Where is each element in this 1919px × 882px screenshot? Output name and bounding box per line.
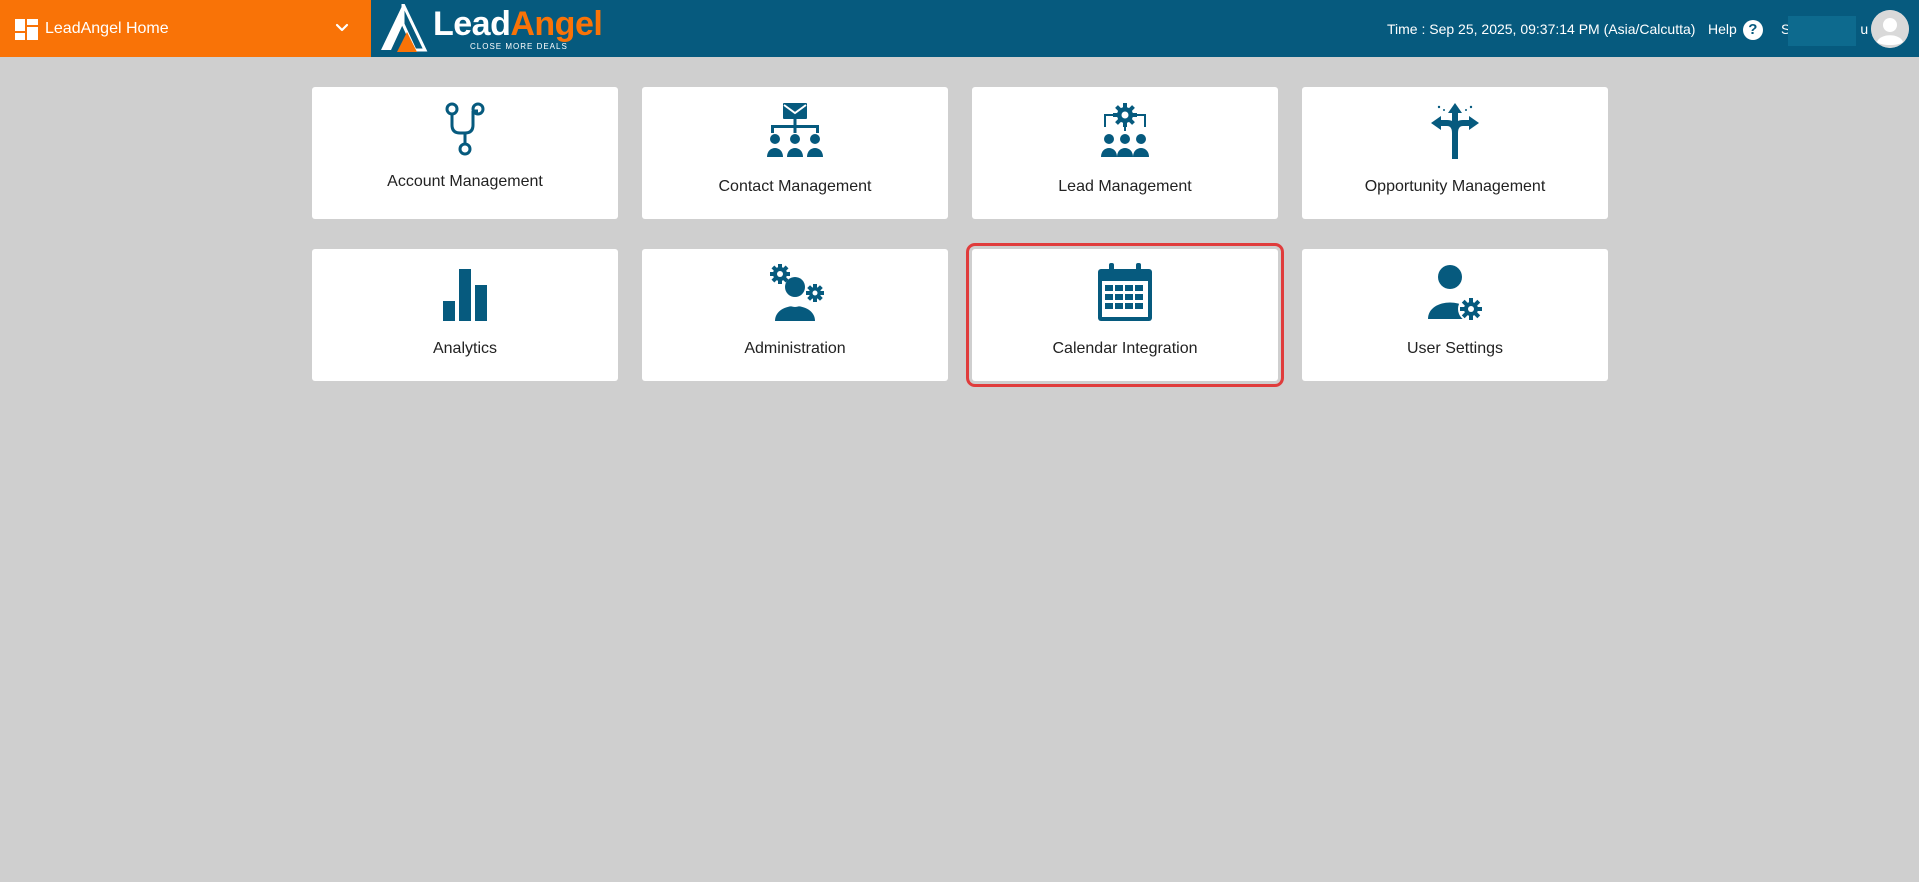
- tile-lead-management[interactable]: Lead Management: [972, 87, 1278, 219]
- user-name-end: u: [1860, 21, 1869, 37]
- tile-label: Administration: [744, 340, 846, 357]
- team-gear-icon: [1095, 101, 1155, 161]
- top-bar: LeadAngel Home LeadAngel CLOSE MORE DEAL…: [0, 0, 1919, 57]
- split-arrows-icon: [1425, 101, 1485, 161]
- help-icon: ?: [1742, 20, 1763, 41]
- leadangel-logo[interactable]: LeadAngel CLOSE MORE DEALS: [377, 2, 603, 54]
- tile-label: Analytics: [432, 340, 498, 357]
- tile-analytics[interactable]: Analytics: [312, 249, 618, 381]
- chevron-down-icon: [335, 23, 349, 32]
- user-gear-icon: [1425, 263, 1485, 323]
- tile-label: User Settings: [1406, 340, 1504, 357]
- tile-contact-management[interactable]: Contact Management: [642, 87, 948, 219]
- tile-account-management[interactable]: Account Management: [312, 87, 618, 219]
- app-switcher-label: LeadAngel Home: [45, 20, 169, 37]
- app-grid-icon: [15, 19, 38, 40]
- calendar-icon: [1095, 263, 1155, 323]
- bar-chart-icon: [435, 265, 495, 325]
- user-avatar-icon: [1871, 10, 1909, 48]
- tile-label: Opportunity Management: [1364, 178, 1546, 195]
- tile-administration[interactable]: Administration: [642, 249, 948, 381]
- branch-icon: [435, 101, 495, 161]
- logo-mark-icon: [381, 4, 428, 52]
- help-link[interactable]: Help?: [1708, 18, 1763, 41]
- tile-label: Contact Management: [718, 178, 872, 195]
- admin-gears-icon: [765, 263, 825, 323]
- email-hierarchy-icon: [765, 101, 825, 161]
- tile-label: Account Management: [387, 173, 543, 190]
- tile-opportunity-management[interactable]: Opportunity Management: [1302, 87, 1608, 219]
- logo-tagline: CLOSE MORE DEALS: [470, 42, 568, 51]
- tile-user-settings[interactable]: User Settings: [1302, 249, 1608, 381]
- tile-calendar-integration[interactable]: Calendar Integration: [966, 243, 1284, 387]
- logo-word-angel: Angel: [510, 5, 603, 43]
- app-switcher[interactable]: LeadAngel Home: [0, 0, 371, 57]
- tile-label: Lead Management: [1058, 178, 1192, 195]
- avatar[interactable]: [1871, 10, 1909, 48]
- redacted-block: [1788, 16, 1856, 46]
- logo-word-lead: Lead: [433, 5, 511, 43]
- help-label: Help: [1708, 21, 1737, 37]
- tile-label: Calendar Integration: [1052, 340, 1198, 357]
- current-time: Time : Sep 25, 2025, 09:37:14 PM (Asia/C…: [1387, 21, 1696, 37]
- logo-wordmark: LeadAngel: [433, 5, 603, 43]
